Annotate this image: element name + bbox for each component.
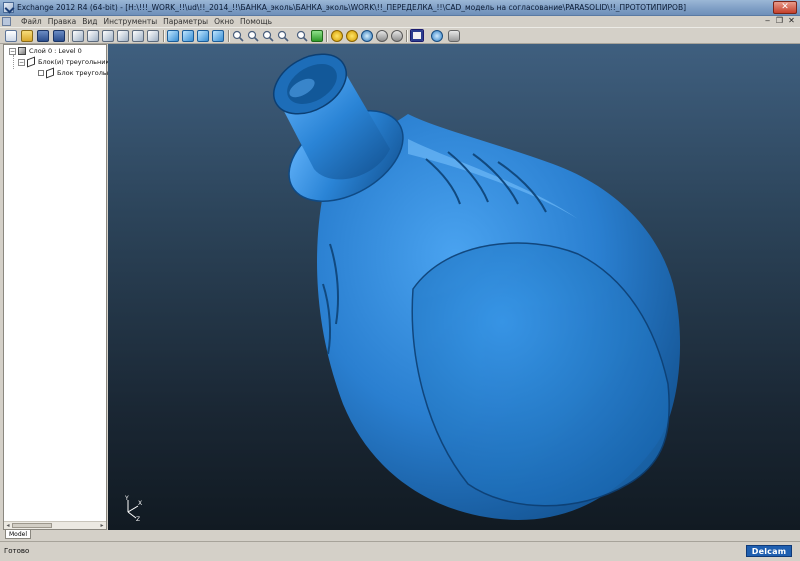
zoom-in-icon[interactable] <box>232 30 244 42</box>
save-icon[interactable] <box>37 30 49 42</box>
model-tree-panel: − Слой 0 : Level 0 − Блок(и) треугольник… <box>3 44 119 530</box>
view-top-icon[interactable] <box>132 30 144 42</box>
view-bottom-icon[interactable] <box>147 30 159 42</box>
iso-view-4-icon[interactable] <box>212 30 224 42</box>
rotate-icon[interactable] <box>331 30 343 42</box>
axis-x-label: X <box>138 500 142 507</box>
help-icon[interactable] <box>431 30 443 42</box>
settings-icon[interactable] <box>391 30 403 42</box>
scrollbar-thumb[interactable] <box>12 523 52 528</box>
tree-item-layer[interactable]: − Слой 0 : Level 0 <box>9 47 82 55</box>
toolbar-separator <box>406 30 407 42</box>
window-title: Exchange 2012 R4 (64-bit) - [H:\!!!_WORK… <box>17 3 687 12</box>
tree-item-label: Слой 0 : Level 0 <box>29 47 82 55</box>
delcam-logo: Delcam <box>746 545 792 557</box>
view-left-icon[interactable] <box>102 30 114 42</box>
iso-view-2-icon[interactable] <box>182 30 194 42</box>
menu-edit[interactable]: Правка <box>45 17 80 26</box>
menu-file[interactable]: Файл <box>18 17 45 26</box>
triangle-block-icon <box>46 67 54 79</box>
refresh-icon[interactable] <box>311 30 323 42</box>
document-menu-icon[interactable] <box>2 17 11 26</box>
app-icon <box>3 2 14 13</box>
restore-icon[interactable]: ❐ <box>775 16 784 25</box>
view-back-icon[interactable] <box>87 30 99 42</box>
menu-tools[interactable]: Инструменты <box>101 17 161 26</box>
iso-view-3-icon[interactable] <box>197 30 209 42</box>
zoom-all-icon[interactable] <box>277 30 289 42</box>
active-display-icon[interactable] <box>410 29 424 42</box>
tree-horizontal-scrollbar[interactable]: ◂ ▸ <box>4 521 106 529</box>
toolbar-separator <box>163 30 164 42</box>
menu-help[interactable]: Помощь <box>237 17 275 26</box>
3d-viewport[interactable]: Y X Z <box>108 44 800 530</box>
axes-triad: Y X Z <box>124 495 142 522</box>
scroll-right-icon[interactable]: ▸ <box>98 522 106 529</box>
wireframe-icon[interactable] <box>376 30 388 42</box>
toolbar-separator <box>326 30 327 42</box>
tree-item-triangle-blocks[interactable]: − Блок(и) треугольников <box>18 56 118 68</box>
toolbar-separator <box>228 30 229 42</box>
tree-item-triangle-block[interactable]: Блок треугольник <box>38 67 119 79</box>
visibility-checkbox[interactable] <box>38 70 44 76</box>
status-bar: Готово Delcam <box>0 541 800 561</box>
new-document-icon[interactable] <box>5 30 17 42</box>
minimize-icon[interactable]: ‒ <box>763 16 772 25</box>
tree-expand-toggle[interactable]: − <box>9 47 16 55</box>
tree-item-label: Блок(и) треугольников <box>38 58 118 66</box>
iso-view-1-icon[interactable] <box>167 30 179 42</box>
title-bar: Exchange 2012 R4 (64-bit) - [H:\!!!_WORK… <box>0 0 800 16</box>
triangle-block-icon <box>27 56 35 68</box>
scroll-left-icon[interactable]: ◂ <box>4 522 12 529</box>
tree-tab-bar: Model <box>3 530 107 540</box>
zoom-window-icon[interactable] <box>247 30 259 42</box>
axis-y-label: Y <box>124 495 129 502</box>
bottle-model[interactable] <box>108 44 800 530</box>
shading-icon[interactable] <box>346 30 358 42</box>
tree-connector <box>13 55 14 69</box>
toolbar <box>0 27 800 44</box>
axis-z-label: Z <box>136 516 140 522</box>
open-folder-icon[interactable] <box>21 30 33 42</box>
menu-view[interactable]: Вид <box>79 17 100 26</box>
tree-expand-toggle[interactable]: − <box>18 58 25 66</box>
menu-bar: Файл Правка Вид Инструменты Параметры Ок… <box>0 16 800 27</box>
zoom-out-icon[interactable] <box>262 30 274 42</box>
layer-icon <box>18 47 26 55</box>
save-as-icon[interactable] <box>53 30 65 42</box>
view-front-icon[interactable] <box>72 30 84 42</box>
tab-model[interactable]: Model <box>5 530 32 539</box>
menu-options[interactable]: Параметры <box>160 17 211 26</box>
view-right-icon[interactable] <box>117 30 129 42</box>
menu-window[interactable]: Окно <box>211 17 237 26</box>
zoom-selection-icon[interactable] <box>296 30 308 42</box>
close-document-icon[interactable]: ✕ <box>787 16 796 25</box>
close-button[interactable]: ✕ <box>773 1 797 14</box>
users-icon[interactable] <box>448 30 460 42</box>
globe-icon[interactable] <box>361 30 373 42</box>
status-text: Готово <box>4 547 30 555</box>
toolbar-separator <box>68 30 69 42</box>
